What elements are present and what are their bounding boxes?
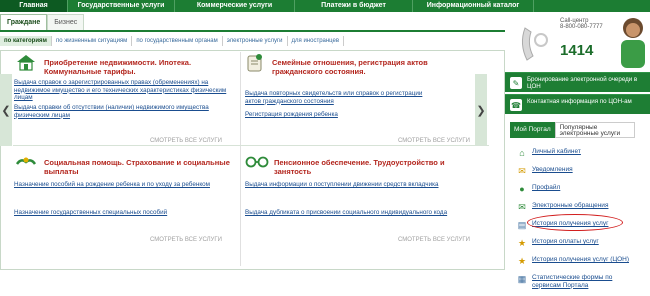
service-link[interactable]: Назначение государственных специальных п… [14,209,239,217]
menu-item-label[interactable]: Уведомления [532,166,573,174]
filter-electronic[interactable]: электронные услуги [223,36,288,46]
category-pension: Пенсионное обеспечение. Трудоустройство … [270,154,480,180]
audience-tabs: Граждане Бизнес [0,14,106,30]
category-title: Семейные отношения, регистрация актов гр… [272,58,428,76]
menu-item-label[interactable]: Профайл [532,184,560,192]
top-tab-gov-services[interactable]: Государственные услуги [68,0,175,12]
chevron-right-icon: ❯ [476,104,486,117]
service-link[interactable]: Регистрация рождения ребенка [245,111,435,119]
category-title: Приобретение недвижимости. Ипотека. Комм… [44,58,192,76]
category-family: Семейные отношения, регистрация актов гр… [268,54,478,80]
home-icon: ⌂ [519,148,525,158]
filter-by-life-situation[interactable]: по жизненным ситуациям [52,36,133,46]
menu-item-label[interactable]: Электронные обращения [532,202,608,210]
glasses-icon [244,154,270,170]
tab-citizens[interactable]: Граждане [0,14,48,30]
tab-business[interactable]: Бизнес [47,14,85,30]
see-all-link[interactable]: СМОТРЕТЬ ВСЕ УСЛУГИ [150,237,222,243]
filter-by-gov-body[interactable]: по государственным органам [132,36,223,46]
service-link[interactable]: Выдача информации о поступлении движении… [245,181,480,189]
menu-item-label[interactable]: Личный кабинет [532,148,581,156]
house-icon [14,52,38,72]
menu-item-notifications[interactable]: ✉ Уведомления [510,163,650,179]
short-number: 1414 [560,42,594,59]
con-contacts-link[interactable]: ☎ Контактная информация по ЦОН-ам [505,94,650,114]
history-con-icon: ★ [517,255,527,266]
portal-tabs: Мой Портал Популярные электронные услуги [510,122,650,138]
chevron-left-icon: ❮ [1,104,11,117]
menu-item-payment-history[interactable]: ★ История оплаты услуг [510,235,650,251]
top-tab-commercial[interactable]: Коммерческие услуги [175,0,295,12]
phone-icon [513,22,553,66]
menu-item-appeals[interactable]: ✉ Электронные обращения [510,199,650,215]
service-link[interactable]: Выдача справки об отсутствии (наличии) н… [14,104,234,119]
menu-item-label[interactable]: Статистические формы по сервисам Портала [532,274,642,289]
menu-item-label[interactable]: История оплаты услуг [532,238,599,246]
filter-foreigners[interactable]: для иностранцев [288,36,345,46]
highlight-annotation [527,214,623,231]
profile-icon: ● [519,184,525,194]
filter-bar: по категориям по жизненным ситуациям по … [0,35,505,47]
carousel-next-button[interactable]: ❯ [475,74,487,146]
call-center-phone: 8-800-080-7777 [560,24,603,30]
filter-by-category[interactable]: по категориям [0,36,52,46]
bell-icon: ✉ [518,165,526,176]
payment-icon: ★ [517,237,527,248]
category-title: Социальная помощь. Страхование и социаль… [44,158,230,176]
queue-icon: ✎ [510,77,522,89]
see-all-link[interactable]: СМОТРЕТЬ ВСЕ УСЛУГИ [150,138,222,144]
category-title: Пенсионное обеспечение. Трудоустройство … [274,158,445,176]
book-queue-label: Бронирование электронной очереди в ЦОН [527,76,638,90]
right-sidebar: Call-центр 8-800-080-7777 1414 ✎ Брониро… [505,0,650,296]
menu-item-label[interactable]: История получения услуг (ЦОН) [532,256,629,264]
top-tab-main[interactable]: Главная [0,0,68,12]
service-link[interactable]: Выдача повторных свидетельств или справо… [245,90,435,105]
see-all-link[interactable]: СМОТРЕТЬ ВСЕ УСЛУГИ [398,237,470,243]
row-divider [13,145,489,146]
menu-item-statistics[interactable]: ▦ Статистические формы по сервисам Порта… [510,271,650,291]
hands-icon [14,152,38,172]
top-tab-payments[interactable]: Платежи в бюджет [295,0,413,12]
category-real-estate: Приобретение недвижимости. Ипотека. Комм… [40,54,240,80]
column-divider [240,52,241,266]
see-all-link[interactable]: СМОТРЕТЬ ВСЕ УСЛУГИ [398,138,470,144]
category-social: Социальная помощь. Страхование и социаль… [40,154,240,180]
tab-popular-services[interactable]: Популярные электронные услуги [554,122,635,138]
tab-my-portal[interactable]: Мой Портал [510,122,555,138]
menu-item-cabinet[interactable]: ⌂ Личный кабинет [510,145,650,161]
service-link[interactable]: Назначение пособий на рождение ребенка и… [14,181,239,189]
mail-icon: ✉ [518,201,526,212]
contacts-icon: ☎ [510,99,522,111]
stats-icon: ▦ [517,273,527,284]
operator-avatar [617,14,649,68]
menu-item-profile[interactable]: ● Профайл [510,181,650,197]
book-queue-link[interactable]: ✎ Бронирование электронной очереди в ЦОН [505,72,650,92]
service-link[interactable]: Выдача справок о зарегистрированных прав… [14,79,234,102]
carousel-prev-button[interactable]: ❮ [0,74,12,146]
service-link[interactable]: Выдача дубликата о присвоении социальног… [245,209,480,217]
menu-item-con-history[interactable]: ★ История получения услуг (ЦОН) [510,253,650,269]
scroll-icon [244,52,266,74]
tab-underline [0,30,505,32]
con-contacts-label: Контактная информация по ЦОН-ам [527,98,632,105]
